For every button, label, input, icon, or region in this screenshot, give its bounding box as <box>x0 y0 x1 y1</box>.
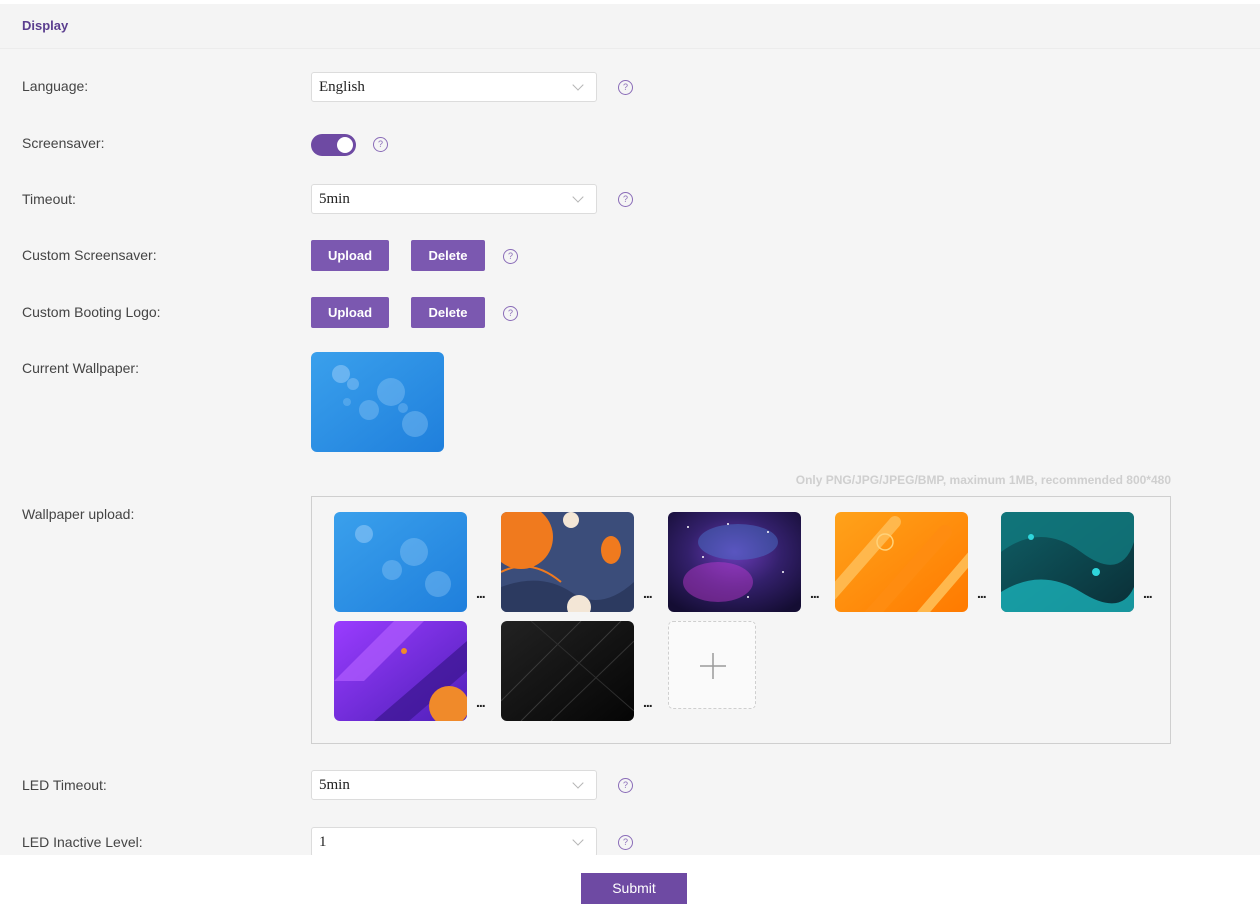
submit-button[interactable]: Submit <box>581 873 687 904</box>
chevron-down-icon <box>572 834 584 846</box>
wallpaper-thumb-orange-stripes[interactable] <box>835 512 968 612</box>
wallpaper-upload-label: Wallpaper upload: <box>22 506 135 522</box>
wallpaper-more-icon[interactable]: ... <box>977 585 987 601</box>
help-icon[interactable]: ? <box>503 306 518 321</box>
help-icon[interactable]: ? <box>618 835 633 850</box>
chevron-down-icon <box>572 191 584 203</box>
current-wallpaper-label: Current Wallpaper: <box>22 360 139 376</box>
timeout-label: Timeout: <box>22 191 76 207</box>
help-icon[interactable]: ? <box>373 137 388 152</box>
language-label: Language: <box>22 78 89 94</box>
wallpaper-more-icon[interactable]: ... <box>476 694 486 710</box>
wallpaper-gallery: ... ... ... ... ... ... ... <box>311 496 1171 744</box>
led-timeout-select[interactable]: 5min <box>311 770 597 800</box>
language-value: English <box>319 79 365 95</box>
wallpaper-thumb-navy-orange[interactable] <box>501 512 634 612</box>
chevron-down-icon <box>572 777 584 789</box>
timeout-value: 5min <box>319 191 350 207</box>
wallpaper-thumb-purple-geometric[interactable] <box>334 621 467 721</box>
led-timeout-value: 5min <box>319 777 350 793</box>
booting-logo-upload-button[interactable]: Upload <box>311 297 389 328</box>
wallpaper-thumb-blue-bubbles[interactable] <box>334 512 467 612</box>
wallpaper-more-icon[interactable]: ... <box>810 585 820 601</box>
help-icon[interactable]: ? <box>618 192 633 207</box>
help-icon[interactable]: ? <box>618 80 633 95</box>
language-select[interactable]: English <box>311 72 597 102</box>
custom-booting-logo-label: Custom Booting Logo: <box>22 304 161 320</box>
add-wallpaper-button[interactable] <box>668 621 756 709</box>
chevron-down-icon <box>572 79 584 91</box>
screensaver-toggle[interactable] <box>311 134 356 156</box>
wallpaper-more-icon[interactable]: ... <box>643 694 653 710</box>
screensaver-label: Screensaver: <box>22 135 105 151</box>
wallpaper-format-note: Only PNG/JPG/JPEG/BMP, maximum 1MB, reco… <box>795 473 1171 487</box>
screensaver-delete-button[interactable]: Delete <box>411 240 485 271</box>
display-panel: Display Language: English ? Screensaver:… <box>0 4 1260 855</box>
led-inactive-level-value: 1 <box>319 834 327 850</box>
section-header: Display <box>0 4 1260 49</box>
led-inactive-level-select[interactable]: 1 <box>311 827 597 855</box>
wallpaper-more-icon[interactable]: ... <box>476 585 486 601</box>
toggle-knob <box>337 137 353 153</box>
help-icon[interactable]: ? <box>503 249 518 264</box>
custom-screensaver-label: Custom Screensaver: <box>22 247 157 263</box>
wallpaper-more-icon[interactable]: ... <box>643 585 653 601</box>
wallpaper-more-icon[interactable]: ... <box>1143 585 1153 601</box>
plus-icon <box>700 653 726 679</box>
section-title: Display <box>22 18 69 33</box>
wallpaper-thumb-black-lines[interactable] <box>501 621 634 721</box>
help-icon[interactable]: ? <box>618 778 633 793</box>
booting-logo-delete-button[interactable]: Delete <box>411 297 485 328</box>
current-wallpaper-image <box>311 352 444 452</box>
wallpaper-thumb-purple-galaxy[interactable] <box>668 512 801 612</box>
led-timeout-label: LED Timeout: <box>22 777 107 793</box>
timeout-select[interactable]: 5min <box>311 184 597 214</box>
led-inactive-level-label: LED Inactive Level: <box>22 834 143 850</box>
screensaver-upload-button[interactable]: Upload <box>311 240 389 271</box>
wallpaper-thumb-teal-waves[interactable] <box>1001 512 1134 612</box>
